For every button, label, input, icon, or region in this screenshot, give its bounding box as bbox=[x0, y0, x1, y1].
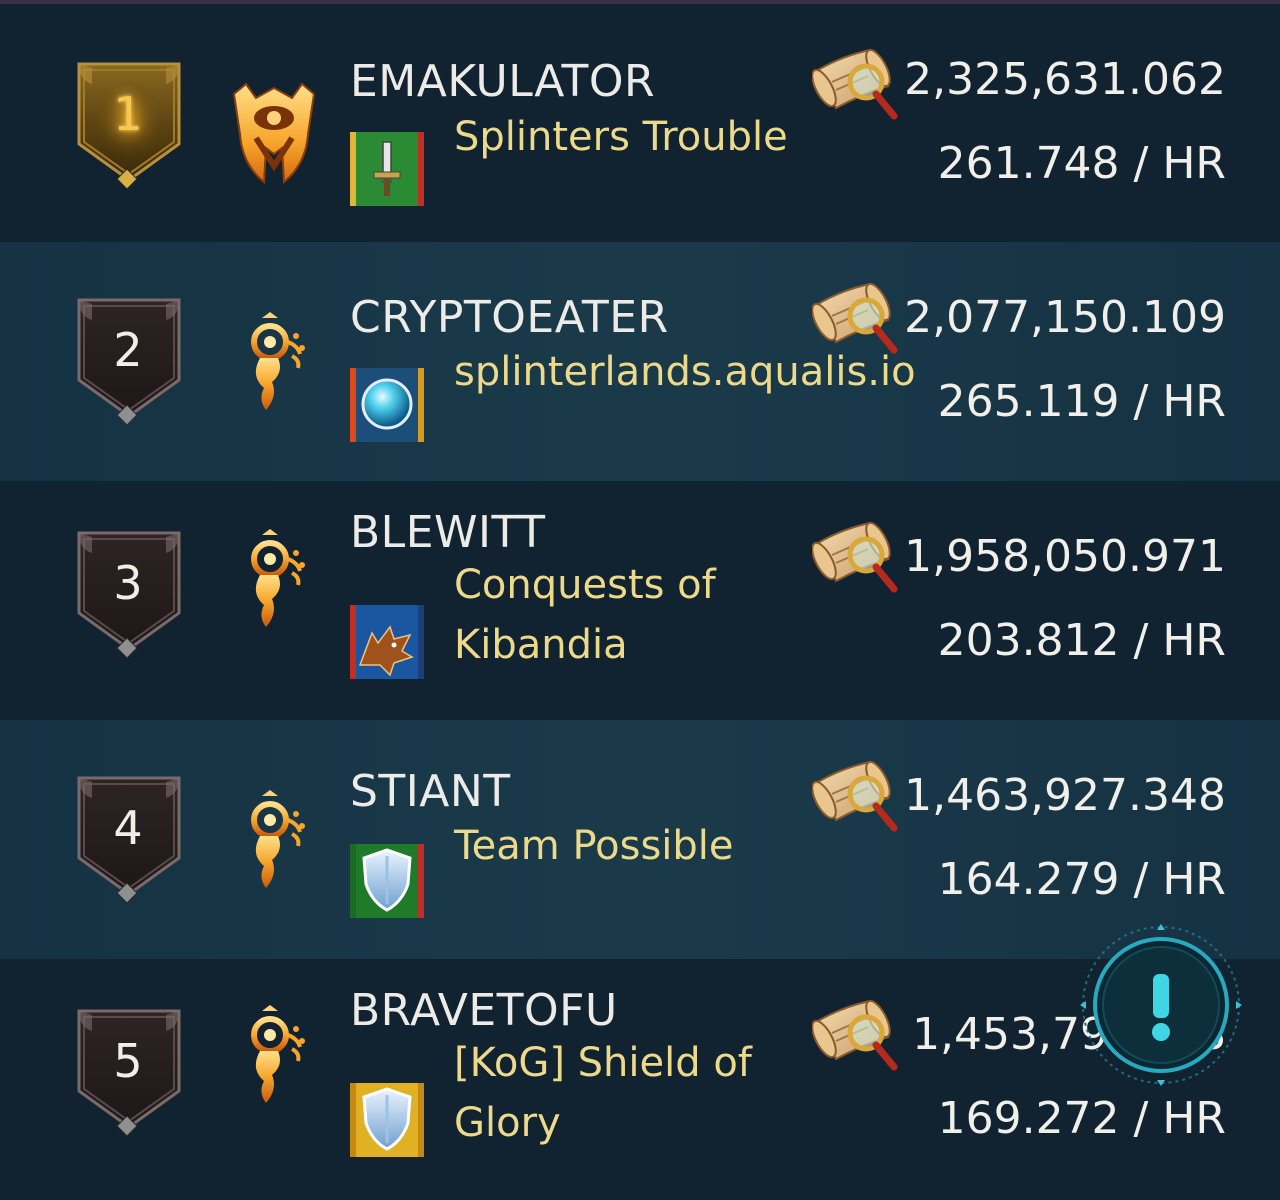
score-value: 1,958,050.971 bbox=[904, 531, 1226, 582]
scroll-magnifier-icon bbox=[811, 280, 904, 356]
helmet-league-icon bbox=[226, 74, 322, 198]
guild-name-line[interactable]: Conquests of bbox=[454, 555, 716, 615]
wolf-banner-icon bbox=[350, 605, 424, 679]
alert-button[interactable] bbox=[1078, 922, 1244, 1088]
player-name[interactable]: STIANT bbox=[350, 766, 511, 817]
rate-value: 265.119 / HR bbox=[937, 376, 1226, 427]
orb-banner-icon bbox=[350, 368, 424, 442]
score-value: 2,325,631.062 bbox=[904, 54, 1226, 105]
flame-league-icon bbox=[238, 790, 308, 894]
guild-name-line[interactable]: Glory bbox=[454, 1093, 561, 1153]
scroll-magnifier-icon bbox=[811, 758, 904, 834]
score-value: 1,463,927.348 bbox=[904, 770, 1226, 821]
leaderboard-row[interactable]: 1 EMAKULATOR Splinters Trouble 2,325,631… bbox=[0, 4, 1280, 242]
shield-gold-banner-icon bbox=[350, 1083, 424, 1157]
leaderboard-row[interactable]: 2 CRYPTOEATER splinterlands.aqualis.io 2… bbox=[0, 242, 1280, 481]
exclamation-icon bbox=[1080, 924, 1242, 1086]
scroll-magnifier-icon bbox=[811, 46, 904, 122]
player-name[interactable]: BLEWITT bbox=[350, 507, 545, 558]
sword-banner-icon bbox=[350, 132, 424, 206]
rank-badge: 5 bbox=[76, 1009, 182, 1145]
rank-number: 1 bbox=[113, 87, 143, 141]
guild-name[interactable]: Team Possible bbox=[454, 816, 734, 876]
scroll-magnifier-icon bbox=[811, 997, 904, 1073]
guild-name-line[interactable]: Kibandia bbox=[454, 615, 628, 675]
score-value: 2,077,150.109 bbox=[904, 292, 1226, 343]
guild-name[interactable]: Splinters Trouble bbox=[454, 107, 788, 167]
player-name[interactable]: EMAKULATOR bbox=[350, 56, 655, 107]
shield-green-banner-icon bbox=[350, 844, 424, 918]
rank-badge: 4 bbox=[76, 776, 182, 912]
rate-value: 169.272 / HR bbox=[937, 1093, 1226, 1144]
rank-number: 2 bbox=[113, 323, 143, 377]
flame-league-icon bbox=[238, 529, 308, 633]
player-name[interactable]: CRYPTOEATER bbox=[350, 292, 669, 343]
rank-badge: 3 bbox=[76, 531, 182, 667]
rate-value: 203.812 / HR bbox=[937, 615, 1226, 666]
flame-league-icon bbox=[238, 1005, 308, 1109]
scroll-magnifier-icon bbox=[811, 519, 904, 595]
rate-value: 164.279 / HR bbox=[937, 854, 1226, 905]
guild-name-line[interactable]: [KoG] Shield of bbox=[454, 1033, 752, 1093]
rank-badge: 2 bbox=[76, 298, 182, 434]
player-name[interactable]: BRAVETOFU bbox=[350, 985, 618, 1036]
rank-number: 5 bbox=[113, 1034, 143, 1088]
rank-badge: 1 bbox=[76, 62, 182, 198]
rank-number: 3 bbox=[113, 556, 143, 610]
leaderboard-row[interactable]: 3 BLEWITT Conquests of Kibandia 1,958,050… bbox=[0, 481, 1280, 720]
flame-league-icon bbox=[238, 312, 308, 416]
rank-number: 4 bbox=[113, 801, 143, 855]
rate-value: 261.748 / HR bbox=[937, 138, 1226, 189]
